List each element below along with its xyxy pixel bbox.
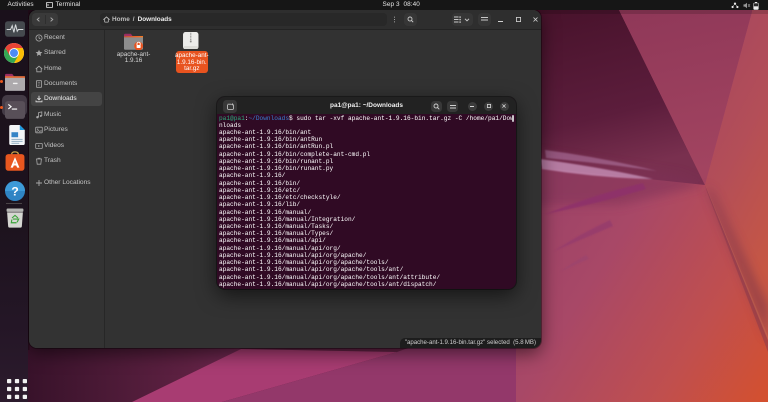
svg-text:?: ? xyxy=(11,184,19,198)
